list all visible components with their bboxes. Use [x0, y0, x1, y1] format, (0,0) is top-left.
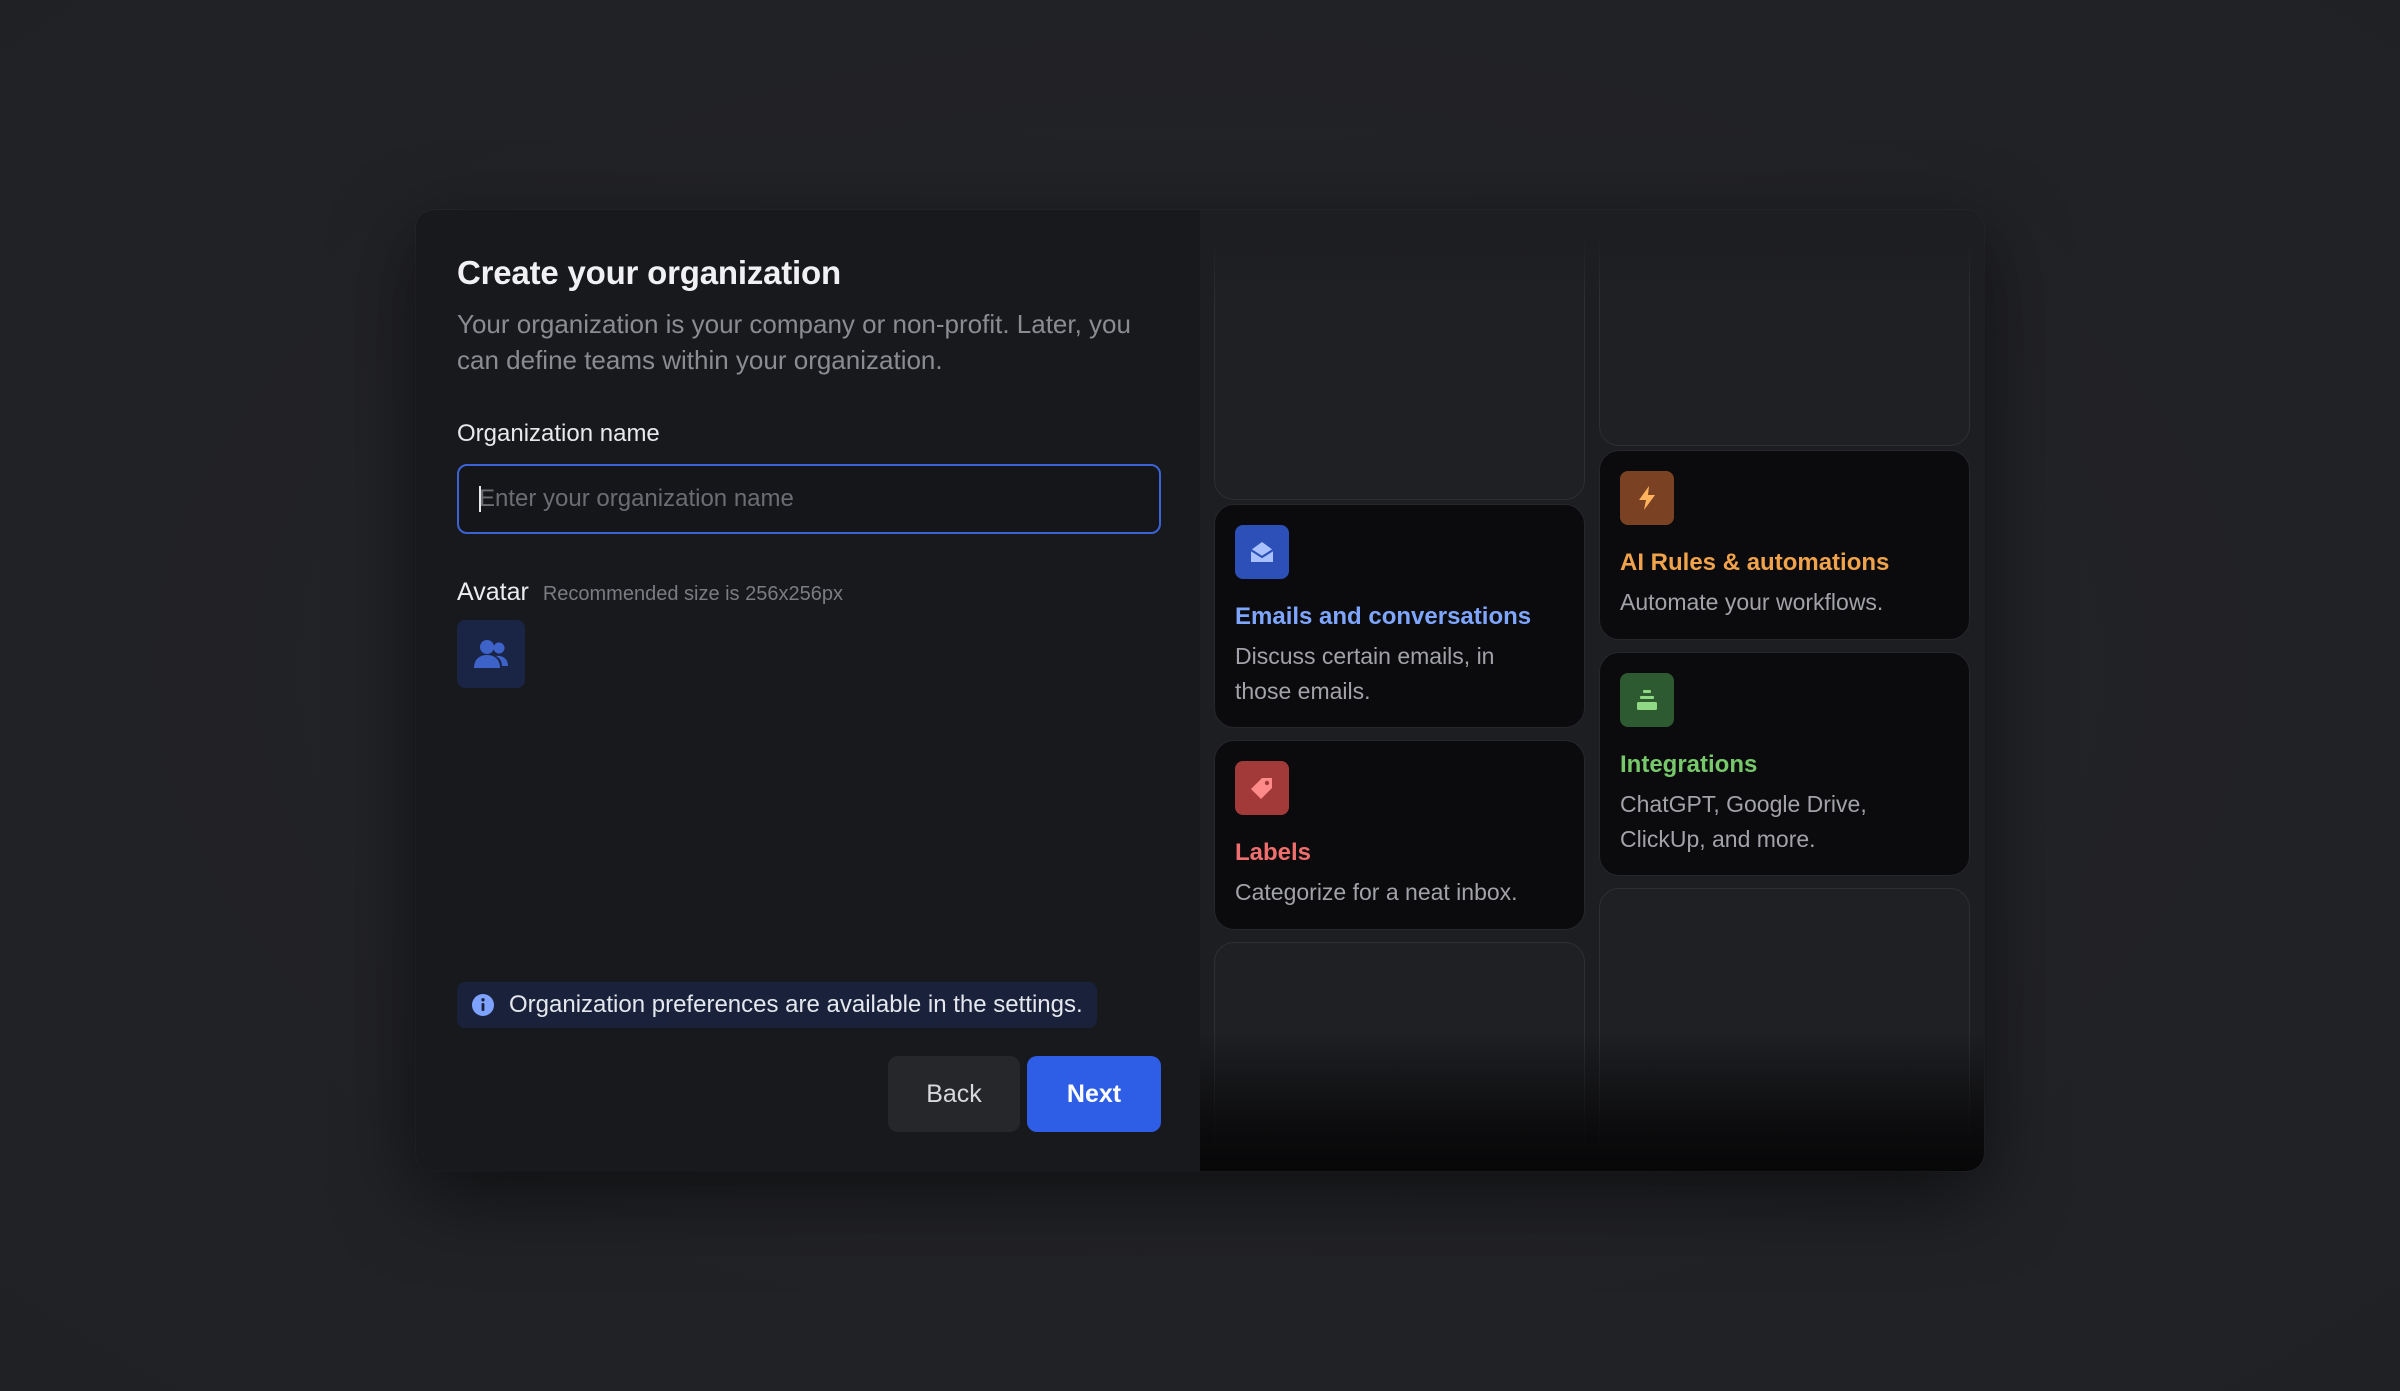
feature-title: AI Rules & automations — [1620, 549, 1890, 576]
stack-icon — [1620, 673, 1674, 727]
feature-description: Discuss certain emails, in those emails. — [1235, 643, 1495, 704]
avatar-upload-button[interactable] — [457, 620, 525, 688]
placeholder-card — [1214, 210, 1585, 500]
info-banner: Organization preferences are available i… — [457, 982, 1097, 1028]
placeholder-card — [1599, 210, 1970, 446]
info-text: Organization preferences are available i… — [509, 991, 1083, 1018]
avatar-label: Avatar — [457, 578, 529, 606]
placeholder-card — [1599, 888, 1970, 1171]
next-button[interactable]: Next — [1027, 1056, 1161, 1132]
back-button[interactable]: Back — [888, 1056, 1020, 1132]
page-subtitle: Your organization is your company or non… — [457, 309, 1131, 375]
features-panel: Emails and conversations Discuss certain… — [1200, 210, 1984, 1171]
feature-title: Emails and conversations — [1235, 603, 1532, 630]
info-icon — [472, 994, 494, 1016]
feature-description: Categorize for a neat inbox. — [1235, 879, 1518, 905]
feature-description: ChatGPT, Google Drive, ClickUp, and more… — [1620, 791, 1867, 852]
form-panel: Create your organization Your organizati… — [416, 210, 1200, 1171]
envelope-open-icon — [1235, 525, 1289, 579]
feature-title: Integrations — [1620, 751, 1758, 778]
avatar-header: Avatar Recommended size is 256x256px — [457, 578, 843, 607]
feature-description: Automate your workflows. — [1620, 589, 1884, 615]
feature-title: Labels — [1235, 839, 1312, 866]
feature-card-integrations: Integrations ChatGPT, Google Drive, Clic… — [1599, 652, 1970, 876]
bolt-icon — [1620, 471, 1674, 525]
text-caret — [479, 486, 481, 512]
feature-card-ai-rules: AI Rules & automations Automate your wor… — [1599, 450, 1970, 640]
feature-card-emails: Emails and conversations Discuss certain… — [1214, 504, 1585, 728]
create-organization-modal: Create your organization Your organizati… — [416, 210, 1984, 1171]
feature-card-labels: Labels Categorize for a neat inbox. — [1214, 740, 1585, 930]
users-icon — [474, 640, 508, 668]
placeholder-card — [1214, 942, 1585, 1171]
org-name-label: Organization name — [457, 420, 660, 447]
avatar-hint: Recommended size is 256x256px — [542, 583, 843, 605]
tag-icon — [1235, 761, 1289, 815]
org-name-input[interactable] — [457, 464, 1161, 534]
page-title: Create your organization — [457, 254, 841, 291]
